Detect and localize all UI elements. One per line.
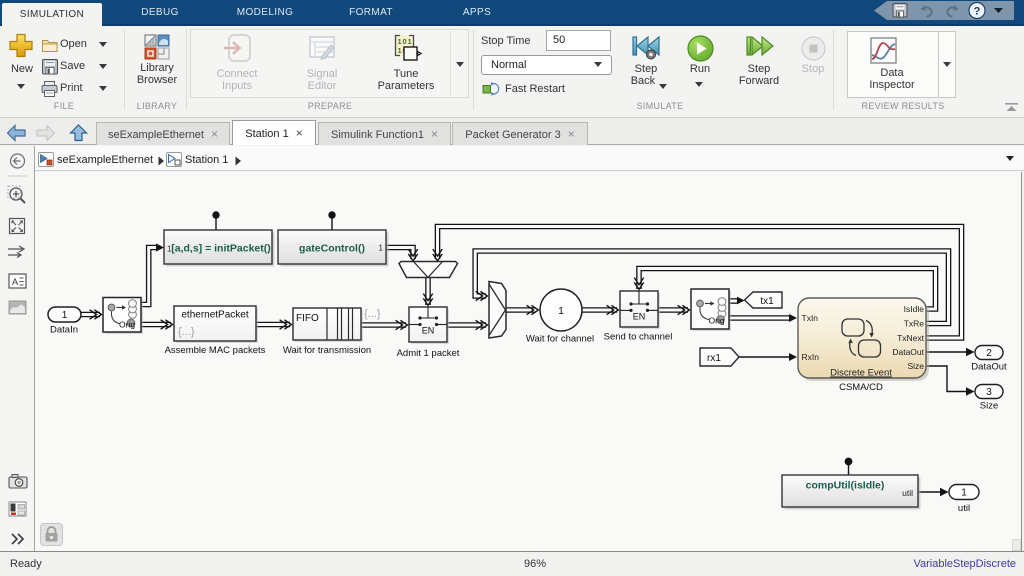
svg-text:3: 3 [986,387,992,398]
svg-text:CSMA/CD: CSMA/CD [839,382,883,393]
svg-text:ethernetPacket: ethernetPacket [181,310,248,321]
svg-text:A: A [12,277,18,287]
svg-text:Wait for transmission: Wait for transmission [283,345,371,356]
svg-text:Admit 1 packet: Admit 1 packet [397,348,460,359]
svg-text:1: 1 [62,310,68,321]
svg-text:FIFO: FIFO [296,313,319,324]
svg-text:Orig: Orig [709,316,725,326]
svg-text:2: 2 [986,348,992,359]
svg-text:Assemble MAC packets: Assemble MAC packets [165,345,266,356]
svg-text:Size: Size [980,401,998,412]
svg-text:1: 1 [961,488,967,499]
svg-text:gateControl(): gateControl() [299,243,365,255]
svg-text:DataOut: DataOut [892,347,924,357]
svg-text:{...}: {...} [364,308,381,320]
svg-text:Send to channel: Send to channel [604,332,673,343]
svg-text:1: 1 [379,244,384,253]
svg-text:1: 1 [167,245,172,254]
svg-text:rx1: rx1 [707,353,721,364]
svg-text:DataIn: DataIn [50,325,78,336]
svg-text:{...}: {...} [178,326,195,338]
svg-text:util: util [958,503,970,514]
svg-text:util: util [902,488,913,498]
svg-text:Orig: Orig [119,320,135,330]
svg-text:RxIn: RxIn [802,352,820,362]
svg-text:tx1: tx1 [760,296,774,307]
svg-text:Discrete Event: Discrete Event [830,368,892,379]
svg-text:Size: Size [907,361,924,371]
svg-text:IsIdle: IsIdle [904,304,925,314]
svg-text:DataOut: DataOut [971,362,1007,373]
svg-text:TxNext: TxNext [897,333,925,343]
svg-text:EN: EN [422,326,435,336]
svg-text:?: ? [974,6,981,18]
svg-text:1: 1 [558,305,564,317]
svg-text:TxRe: TxRe [904,319,925,329]
svg-text:[a,d,s] = initPacket(): [a,d,s] = initPacket() [171,243,270,255]
svg-text:Wait for channel: Wait for channel [526,334,594,345]
svg-text:TxIn: TxIn [802,313,819,323]
svg-text:compUtil(isIdle): compUtil(isIdle) [806,480,885,492]
svg-text:EN: EN [633,312,646,322]
svg-text:101: 101 [398,37,413,46]
